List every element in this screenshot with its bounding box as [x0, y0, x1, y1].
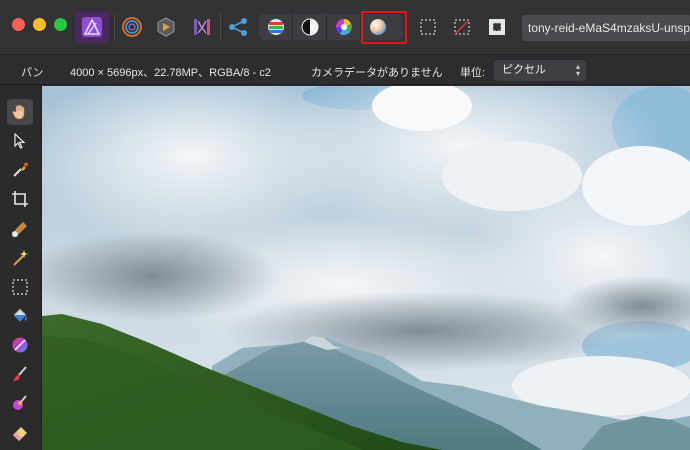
maximize-window-button[interactable]: [54, 18, 67, 31]
unit-select-value: ピクセル: [502, 64, 546, 76]
unit-label: 単位:: [460, 67, 486, 79]
move-tool[interactable]: [7, 128, 33, 154]
gradient-icon: [12, 337, 28, 353]
color-picker-tool[interactable]: [7, 157, 33, 183]
move-icon: [14, 133, 26, 149]
develop-persona-icon: [157, 17, 175, 37]
selection-brush-tool[interactable]: [7, 216, 33, 242]
tools-panel: [0, 86, 42, 450]
clone-brush-tool[interactable]: [7, 390, 33, 416]
current-tool-name: パン: [21, 67, 44, 79]
invert-selection-button[interactable]: [485, 11, 509, 43]
landscape-photo: [42, 86, 690, 450]
histogram-button[interactable]: [259, 14, 293, 40]
paint-brush-tool[interactable]: [7, 361, 33, 387]
paint-brush-icon: [13, 366, 27, 381]
clear-selection-icon: [454, 19, 470, 35]
tone-mapping-persona-icon: [194, 19, 210, 35]
histogram-icon: [267, 19, 284, 35]
liquify-persona-icon: [122, 17, 142, 37]
export-persona-button[interactable]: [226, 11, 250, 43]
crop-icon: [12, 191, 28, 207]
title-bar: tony-reid-eMaS4mzaksU-unsp: [0, 0, 690, 55]
flood-fill-icon: [13, 308, 27, 322]
selection-brush-icon: [11, 222, 27, 238]
color-wheel-icon: [335, 19, 352, 35]
marquee-tool[interactable]: [7, 274, 33, 300]
context-toolbar: パン 4000 × 5696px、22.78MP、RGBA/8 - c2 カメラ…: [0, 56, 690, 85]
hand-icon: [12, 104, 25, 120]
tone-icon: [301, 18, 318, 36]
camera-data-status: カメラデータがありません: [311, 67, 443, 79]
crop-tool[interactable]: [7, 186, 33, 212]
hand-tool[interactable]: [7, 99, 33, 125]
photo-persona-button[interactable]: [75, 11, 109, 43]
updown-chevron-icon: ▴ ▾: [575, 62, 580, 78]
close-window-button[interactable]: [12, 18, 25, 31]
develop-persona-button[interactable]: [154, 11, 178, 43]
marquee-select-button[interactable]: [416, 11, 440, 43]
document-filename: tony-reid-eMaS4mzaksU-unsp: [522, 15, 690, 41]
color-wheel-button[interactable]: [327, 14, 361, 40]
marquee-select-icon: [420, 19, 436, 35]
liquify-persona-button[interactable]: [120, 11, 144, 43]
gradient-tool[interactable]: [7, 332, 33, 358]
clone-brush-icon: [13, 395, 27, 410]
flood-fill-tool[interactable]: [7, 303, 33, 329]
color-picker-icon: [13, 162, 28, 177]
magic-wand-tool[interactable]: [7, 245, 33, 271]
document-canvas[interactable]: [42, 86, 690, 450]
minimize-window-button[interactable]: [33, 18, 46, 31]
clear-selection-button[interactable]: [450, 11, 474, 43]
tone-mapping-persona-button[interactable]: [190, 11, 214, 43]
marquee-icon: [12, 279, 28, 295]
photo-persona-icon: [82, 17, 102, 37]
tone-button[interactable]: [293, 14, 327, 40]
export-persona-icon: [229, 18, 247, 36]
unit-select[interactable]: ピクセル ▴ ▾: [494, 60, 586, 81]
eraser-icon: [13, 427, 27, 441]
image-info: 4000 × 5696px、22.78MP、RGBA/8 - c2: [70, 67, 271, 79]
eraser-tool[interactable]: [7, 419, 33, 445]
magic-wand-icon: [13, 250, 28, 266]
invert-selection-icon: [489, 19, 505, 35]
highlight-annotation-box: [361, 11, 407, 44]
